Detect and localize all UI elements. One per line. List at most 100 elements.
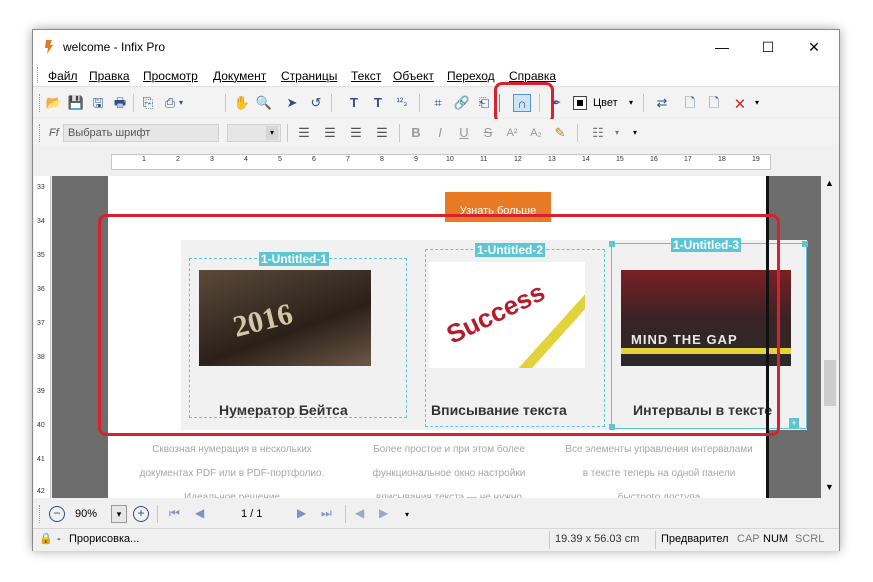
underline-icon[interactable]: U [455,124,473,142]
ruler-label: 19 [752,156,760,163]
delete-page-icon[interactable]: 🗙 [731,94,749,112]
color-dropdown-icon[interactable]: ▾ [627,94,635,112]
save-icon[interactable]: 💾 [67,94,85,112]
ruler-label: 5 [278,156,282,163]
title-bar: welcome - Infix Pro — ☐ ✕ [33,30,839,64]
hand-tool-icon[interactable]: ✋ [233,94,251,112]
undo-icon[interactable]: ↺ [307,94,325,112]
menu-object[interactable]: Объект [393,69,434,83]
numbering-icon[interactable]: ¹²₃ [393,94,411,112]
status-text: Прорисовка... [69,533,140,545]
align-center-icon[interactable]: ☰ [321,124,339,142]
last-page-icon[interactable]: ⏭ [321,506,332,521]
menu-edit[interactable]: Правка [89,69,130,83]
font-prefix: Ff [49,127,59,139]
align-left-icon[interactable]: ☰ [295,124,313,142]
toolbar-grip [39,94,42,112]
link-icon[interactable]: 🔗 [453,94,471,112]
clip-icon[interactable]: ⎗ [475,94,493,112]
crop-icon[interactable]: ⌗ [429,94,447,112]
nav-dropdown-icon[interactable]: ▾ [405,510,409,519]
next-page-icon[interactable]: ▶ [297,506,306,520]
forward-icon[interactable]: ▶ [379,506,388,520]
separator [655,531,656,549]
bold-icon[interactable]: B [407,124,425,142]
card-desc-3: Все элементы управления интервалами в те… [565,444,753,498]
back-icon[interactable]: ◀ [355,506,364,520]
font-size-dropdown-icon[interactable]: ▾ [266,126,278,140]
ruler-label: 6 [312,156,316,163]
menu-help[interactable]: Справка [509,69,556,83]
spacing-dropdown-icon[interactable]: ▾ [613,124,621,142]
insert-page-icon[interactable]: 🗋 [705,94,723,112]
ruler-label: 14 [582,156,590,163]
export-dropdown-icon[interactable]: ▾ [177,94,185,112]
zoom-dropdown-icon[interactable]: ▾ [111,505,127,523]
convert-icon[interactable]: ⇄ [653,94,671,112]
vertical-scrollbar[interactable]: ▲ ▼ [821,176,839,498]
ruler-label: 11 [480,156,488,163]
superscript-icon[interactable]: A² [503,124,521,142]
separator [225,94,226,112]
minimize-button[interactable]: — [699,30,745,64]
separator [157,505,158,523]
color-swatch-icon[interactable] [573,96,587,110]
select-arrow-icon[interactable]: ➤ [283,94,301,112]
separator [345,505,346,523]
ruler-label: 39 [37,388,45,395]
toolbar-overflow-icon[interactable]: ▾ [631,124,639,142]
font-size-select[interactable]: ▾ [227,124,281,142]
separator [287,124,288,142]
zoom-tool-icon[interactable]: 🔍 [255,94,273,112]
italic-icon[interactable]: I [431,124,449,142]
color-label[interactable]: Цвет [593,97,618,109]
ruler-label: 41 [37,456,45,463]
text-tool-icon[interactable]: T [345,94,363,112]
save-as-icon[interactable]: 🖫 [89,94,107,112]
zoom-value[interactable]: 90% [75,508,97,520]
status-scrl: SCRL [795,533,825,545]
open-icon[interactable]: 📂 [45,94,63,112]
separator [331,94,332,112]
font-select[interactable]: Выбрать шрифт [63,124,219,142]
menu-document[interactable]: Документ [213,69,266,83]
resize-handle[interactable] [802,241,808,247]
menu-go[interactable]: Переход [447,69,495,83]
highlight-cards-region [98,214,780,436]
menu-view[interactable]: Просмотр [143,69,198,83]
pages-dropdown-icon[interactable]: ▾ [753,94,761,112]
scroll-up-icon[interactable]: ▲ [825,178,834,188]
add-page-icon[interactable]: 🗋 [681,94,699,112]
scroll-down-icon[interactable]: ▼ [825,482,834,492]
zoom-in-icon[interactable]: + [133,506,149,522]
page-indicator[interactable]: 1 / 1 [241,508,262,520]
zoom-out-icon[interactable]: − [49,506,65,522]
main-toolbar: 📂 💾 🖫 🖶 ⎘ ⎙ ▾ ✋ 🔍 ➤ ↺ T T ¹²₃ ⌗ 🔗 ⎗ ∩ ✒ … [33,89,839,117]
subscript-icon[interactable]: A₂ [527,124,545,142]
line-spacing-icon[interactable]: ☷ [589,124,607,142]
ruler-label: 16 [650,156,658,163]
menu-pages[interactable]: Страницы [281,69,337,83]
close-button[interactable]: ✕ [791,30,837,64]
separator [549,531,550,549]
first-page-icon[interactable]: ⏮ [169,506,180,521]
status-dimensions: 19.39 x 56.03 cm [555,533,640,545]
justify-icon[interactable]: ☰ [373,124,391,142]
menu-text[interactable]: Текст [351,69,381,83]
overflow-plus-icon[interactable]: + [789,418,799,428]
print-icon[interactable]: 🖶 [111,94,129,112]
page-size-icon[interactable]: ⎘ [139,94,157,112]
status-num: NUM [763,533,789,545]
highlight-pen-icon[interactable]: ✎ [551,124,569,142]
strikethrough-icon[interactable]: S [479,124,497,142]
ruler-label: 42 [37,488,45,495]
menu-file[interactable]: Файл [48,69,78,83]
window-title: welcome - Infix Pro [63,40,166,54]
separator [133,94,134,112]
prev-page-icon[interactable]: ◀ [195,506,204,520]
text-frame-icon[interactable]: T [369,94,387,112]
scroll-thumb[interactable] [824,360,836,406]
maximize-button[interactable]: ☐ [745,30,791,64]
align-right-icon[interactable]: ☰ [347,124,365,142]
ruler-label: 1 [142,156,146,163]
